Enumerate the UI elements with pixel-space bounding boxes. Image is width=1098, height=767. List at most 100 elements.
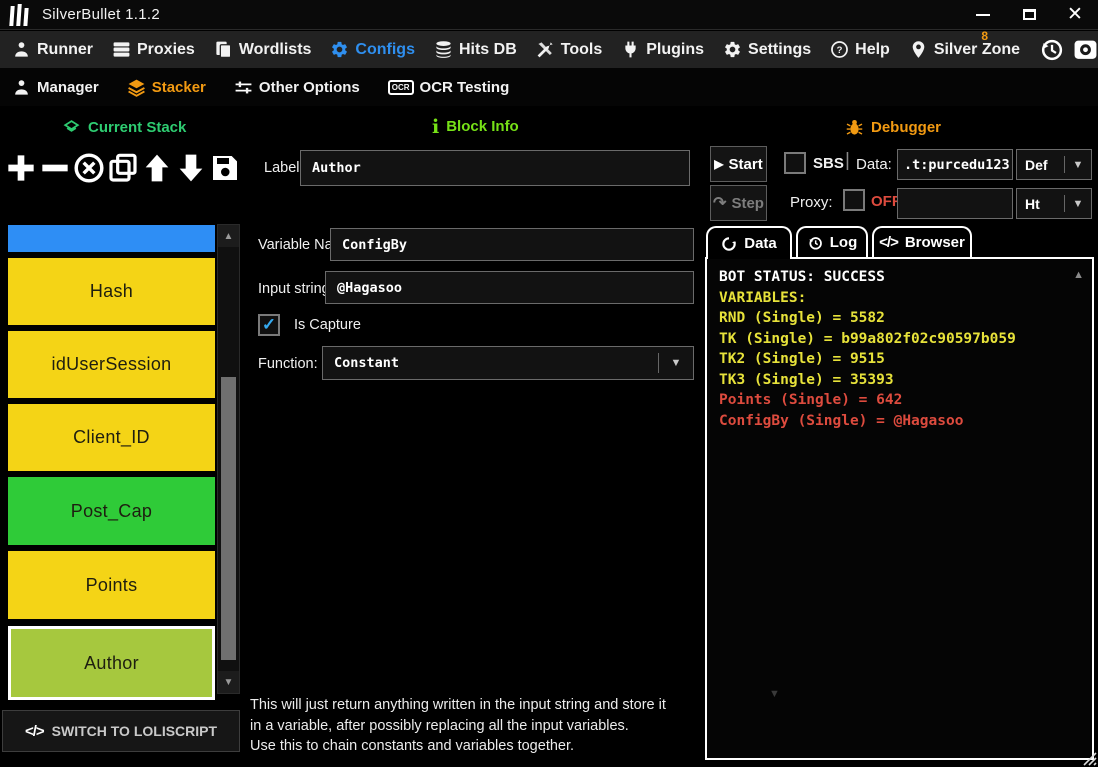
menu-plugins[interactable]: Plugins (621, 40, 704, 59)
variable-name-value: ConfigBy (342, 236, 408, 253)
svg-text:?: ? (837, 45, 843, 56)
start-button[interactable]: ▶ Start (710, 146, 767, 182)
minimize-button[interactable] (960, 0, 1006, 30)
add-block-button[interactable] (4, 148, 38, 188)
tab-browser[interactable]: </> Browser (872, 226, 972, 257)
current-stack-icon (63, 120, 80, 132)
clear-stack-button[interactable] (72, 148, 106, 188)
block-label: Author (84, 652, 139, 673)
scroll-down-button[interactable]: ▼ (218, 671, 239, 693)
log-line: RND (Single) = 5582 (719, 310, 885, 326)
function-value: Constant (334, 355, 400, 371)
app-logo-icon (9, 3, 29, 26)
switch-to-loliscript-button[interactable]: </> SWITCH TO LOLISCRIPT (2, 710, 240, 752)
sbs-label: SBS (813, 155, 844, 172)
submenu-manager[interactable]: Manager (12, 78, 99, 97)
menu-configs[interactable]: Configs (330, 40, 415, 59)
variable-name-field[interactable]: ConfigBy (330, 228, 694, 261)
log-line: Points (Single) = 642 (719, 392, 903, 408)
log-line: TK3 (Single) = 35393 (719, 371, 894, 388)
step-icon: ↷ (713, 195, 727, 212)
label-field[interactable]: Author (300, 150, 690, 186)
hits-db-icon (436, 41, 451, 58)
is-capture-checkbox[interactable]: ✓ (258, 314, 280, 336)
tab-data[interactable]: Data (706, 226, 792, 259)
menu-silver-zone[interactable]: Silver Zone 8 (909, 29, 1020, 59)
history-icon[interactable] (1039, 37, 1064, 62)
stack-block-author[interactable]: Author (8, 626, 215, 700)
stack-block-points[interactable]: Points (8, 551, 215, 619)
debugger-log-panel[interactable]: BOT STATUS: SUCCESS VARIABLES: RND (Sing… (705, 257, 1094, 760)
move-up-button[interactable] (140, 148, 174, 188)
submenu-ocr-testing-label: OCR Testing (419, 78, 510, 96)
menu-tools[interactable]: Tools (536, 40, 602, 59)
clone-block-button[interactable] (106, 148, 140, 188)
input-string-label: Input string: (258, 281, 334, 297)
camera-icon[interactable] (1073, 37, 1098, 62)
save-stack-button[interactable] (208, 148, 242, 188)
configs-submenu: Manager Stacker Other Options OCR OCR Te… (0, 68, 1098, 106)
wordlist-type-dropdown[interactable]: Def ▼ (1016, 149, 1092, 180)
tab-browser-label: Browser (904, 234, 965, 251)
input-string-field[interactable]: @Hagasoo (325, 271, 694, 304)
menu-settings[interactable]: Settings (723, 40, 811, 59)
stack-block-idusersession[interactable]: idUserSession (8, 331, 215, 398)
log-scroll-up-icon[interactable]: ▲ (1073, 269, 1084, 281)
function-label: Function: (258, 356, 318, 372)
stack-block-client-id[interactable]: Client_ID (8, 404, 215, 471)
block-info-title: Block Info (446, 118, 519, 135)
minus-icon (42, 164, 68, 172)
step-button[interactable]: ↷ Step (710, 185, 767, 221)
save-icon (213, 156, 237, 180)
maximize-button[interactable] (1006, 0, 1052, 30)
block-label: idUserSession (51, 354, 172, 374)
scrollbar-thumb[interactable] (221, 377, 236, 660)
submenu-other-options[interactable]: Other Options (234, 78, 360, 97)
current-stack-header: Current Stack (62, 118, 186, 137)
remove-block-button[interactable] (38, 148, 72, 188)
log-scroll-down-icon[interactable]: ▼ (769, 688, 780, 700)
app-window: SilverBullet 1.1.2 ✕ Runner Proxies Word… (0, 0, 1098, 767)
proxy-type-dropdown[interactable]: Ht ▼ (1016, 188, 1092, 219)
proxy-checkbox[interactable] (843, 189, 865, 211)
submenu-stacker[interactable]: Stacker (127, 78, 206, 97)
sbs-checkbox[interactable] (784, 152, 806, 174)
start-button-label: Start (728, 155, 763, 173)
menu-runner[interactable]: Runner (12, 40, 93, 59)
plus-icon (8, 155, 34, 181)
submenu-other-options-label: Other Options (258, 78, 360, 96)
resize-grip[interactable] (1079, 748, 1097, 766)
close-button[interactable]: ✕ (1052, 0, 1098, 30)
data-input[interactable]: .t:purcedu123 (897, 149, 1013, 180)
menu-help[interactable]: ? Help (830, 40, 890, 59)
other-options-icon (235, 81, 252, 93)
stack-block-hash[interactable]: Hash (8, 258, 215, 325)
stack-block-partial[interactable] (8, 225, 215, 252)
proxy-label: Proxy: (790, 194, 833, 211)
submenu-ocr-testing[interactable]: OCR OCR Testing (387, 78, 510, 96)
bug-icon (846, 119, 863, 135)
configs-icon (330, 40, 349, 59)
stack-block-post-cap[interactable]: Post_Cap (8, 477, 215, 545)
window-controls: ✕ (960, 0, 1098, 30)
scroll-up-button[interactable]: ▲ (218, 225, 239, 247)
debugger-header: Debugger (845, 118, 941, 137)
tab-log[interactable]: Log (796, 226, 868, 257)
proxy-input[interactable] (897, 188, 1013, 219)
stack-toolbar (4, 146, 242, 190)
menu-wordlists[interactable]: Wordlists (214, 40, 311, 59)
function-dropdown[interactable]: Constant ▼ (322, 346, 694, 380)
log-tab-icon (809, 236, 822, 250)
check-icon: ✓ (261, 315, 277, 334)
move-down-button[interactable] (174, 148, 208, 188)
stack-scrollbar[interactable]: ▲ ▼ (217, 224, 240, 694)
title-bar: SilverBullet 1.1.2 ✕ (0, 0, 1098, 30)
log-line: TK2 (Single) = 9515 (719, 351, 885, 367)
clone-icon (109, 153, 137, 182)
is-capture-label: Is Capture (294, 317, 361, 333)
menu-hitsdb[interactable]: Hits DB (434, 40, 517, 59)
help-icon: ? (831, 41, 849, 58)
menu-proxies[interactable]: Proxies (112, 40, 195, 59)
label-field-value: Author (312, 160, 361, 176)
data-label: Data: (856, 156, 892, 173)
